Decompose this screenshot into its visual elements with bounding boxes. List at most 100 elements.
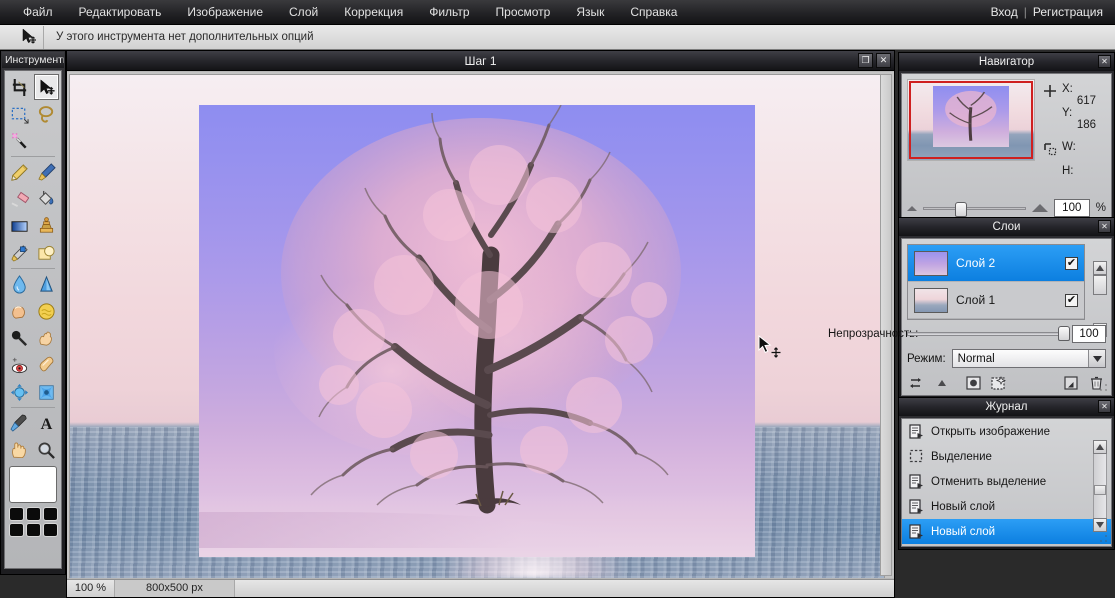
menu-item-image[interactable]: Изображение — [174, 1, 276, 23]
history-close-button[interactable]: ✕ — [1098, 400, 1111, 413]
tree-graphic — [274, 105, 681, 514]
canvas-vertical-scrollbar[interactable] — [880, 74, 892, 576]
lasso-tool[interactable] — [34, 101, 59, 127]
history-title-bar[interactable]: Журнал ✕ — [899, 398, 1114, 416]
menu-item-filter[interactable]: Фильтр — [416, 1, 482, 23]
hand-tool[interactable] — [7, 437, 32, 463]
red-eye-tool[interactable] — [7, 352, 32, 378]
layer-mask-icon[interactable] — [965, 375, 981, 390]
move-tool-icon[interactable] — [14, 25, 44, 49]
navigator-close-button[interactable]: ✕ — [1098, 55, 1111, 68]
restore-window-button[interactable]: ❐ — [858, 53, 873, 68]
scroll-up-icon[interactable] — [1093, 261, 1107, 275]
toolbox-body: A — [4, 70, 62, 569]
dodge-burn-tool[interactable] — [7, 325, 32, 351]
layer-visibility-checkbox-1[interactable]: ✔ — [1065, 293, 1078, 307]
layer-expand-icon[interactable] — [934, 375, 950, 390]
palette-swatch-5[interactable] — [25, 523, 41, 537]
status-zoom-level[interactable]: 100 % — [67, 580, 115, 597]
eraser-tool[interactable] — [7, 186, 32, 212]
spot-heal-tool[interactable] — [34, 352, 59, 378]
history-scroll-down-icon[interactable] — [1093, 518, 1107, 532]
menu-item-layer[interactable]: Слой — [276, 1, 331, 23]
menu-item-view[interactable]: Просмотр — [483, 1, 564, 23]
layer-row-1[interactable]: Слой 1 ✔ — [908, 282, 1084, 319]
menu-item-language[interactable]: Язык — [563, 1, 617, 23]
move-tool[interactable] — [34, 74, 59, 100]
history-scrollbar[interactable] — [1093, 440, 1107, 532]
navigator-thumbnail[interactable] — [907, 79, 1035, 161]
zoom-tool[interactable] — [34, 437, 59, 463]
palette-swatch-6[interactable] — [42, 523, 58, 537]
navigator-zoom-knob[interactable] — [955, 201, 968, 217]
image-canvas[interactable] — [69, 74, 885, 578]
zoom-in-icon[interactable] — [1031, 204, 1048, 212]
chevron-down-icon[interactable] — [1088, 350, 1105, 367]
clone-stamp-tool[interactable] — [34, 213, 59, 239]
panel-resize-grip[interactable] — [1100, 384, 1108, 392]
document-status-bar: 100 % 800x500 px — [67, 579, 894, 597]
menu-item-file[interactable]: Файл — [10, 1, 66, 23]
gradient-tool[interactable] — [7, 213, 32, 239]
layer-opacity-slider[interactable] — [907, 326, 1070, 341]
close-window-button[interactable]: ✕ — [876, 53, 891, 68]
layer-scroll-thumb[interactable] — [1093, 275, 1107, 295]
navigator-zoom-slider[interactable] — [923, 201, 1026, 217]
type-tool[interactable]: A — [34, 410, 59, 436]
pencil-tool[interactable] — [7, 159, 32, 185]
palette-swatch-4[interactable] — [8, 523, 24, 537]
menu-item-help[interactable]: Справка — [617, 1, 690, 23]
menu-item-list: Файл Редактировать Изображение Слой Корр… — [0, 1, 690, 23]
smudge-tool[interactable] — [7, 298, 32, 324]
crop-tool[interactable] — [7, 74, 32, 100]
layer-opacity-input[interactable]: 100 — [1072, 325, 1106, 343]
navigator-zoom-input[interactable]: 100 — [1053, 199, 1090, 217]
layer-opacity-knob[interactable] — [1058, 326, 1070, 341]
hand-smudge-tool[interactable] — [34, 325, 59, 351]
layers-body: Слой 2 ✔ Слой 1 ✔ Непрозрачность: 100 Ре… — [828, 238, 1112, 396]
menu-item-edit[interactable]: Редактировать — [66, 1, 175, 23]
history-scroll-thumb[interactable] — [1094, 484, 1106, 495]
history-item-3[interactable]: Новый слой — [902, 494, 1111, 519]
palette-swatch-1[interactable] — [8, 507, 24, 521]
menu-item-adjustment[interactable]: Коррекция — [331, 1, 416, 23]
layers-title-bar[interactable]: Слои ✕ — [899, 218, 1114, 236]
palette-swatch-2[interactable] — [25, 507, 41, 521]
shape-tool[interactable] — [34, 240, 59, 266]
document-title-bar[interactable]: Шаг 1 ❐ ✕ — [67, 51, 894, 71]
blur-tool[interactable] — [7, 271, 32, 297]
canvas-viewport[interactable] — [67, 72, 894, 578]
history-item-4[interactable]: Новый слой — [902, 519, 1111, 544]
brush-tool[interactable] — [34, 159, 59, 185]
history-scroll-up-icon[interactable] — [1093, 440, 1107, 454]
navigator-h-label: H: — [1062, 165, 1074, 177]
eyedropper-tool[interactable] — [7, 410, 32, 436]
bloat-tool[interactable] — [7, 379, 32, 405]
sharpen-tool[interactable] — [34, 271, 59, 297]
login-link[interactable]: Вход — [991, 5, 1018, 19]
foreground-color-swatch[interactable] — [9, 466, 57, 503]
magic-wand-tool[interactable] — [7, 128, 32, 154]
layer-mode-select[interactable]: Normal — [951, 349, 1106, 368]
layer-row-2[interactable]: Слой 2 ✔ — [908, 245, 1084, 282]
tool-empty-slot — [34, 128, 59, 154]
pinch-tool[interactable] — [34, 379, 59, 405]
new-layer-icon[interactable] — [990, 375, 1006, 390]
replace-color-tool[interactable] — [7, 240, 32, 266]
history-scroll-track[interactable] — [1093, 454, 1107, 518]
register-link[interactable]: Регистрация — [1033, 5, 1103, 19]
history-item-1[interactable]: Выделение — [902, 444, 1111, 469]
navigator-title-bar[interactable]: Навигатор ✕ — [899, 53, 1114, 71]
history-item-2[interactable]: Отменить выделение — [902, 469, 1111, 494]
layers-close-button[interactable]: ✕ — [1098, 220, 1111, 233]
zoom-out-icon[interactable] — [907, 205, 917, 211]
layer-visibility-checkbox-2[interactable]: ✔ — [1065, 256, 1078, 270]
sponge-tool[interactable] — [34, 298, 59, 324]
history-resize-grip[interactable] — [1100, 535, 1108, 543]
history-item-0[interactable]: Открыть изображение — [902, 419, 1111, 444]
duplicate-layer-icon[interactable] — [1063, 375, 1079, 390]
marquee-select-tool[interactable] — [7, 101, 32, 127]
palette-swatch-3[interactable] — [42, 507, 58, 521]
layer-properties-icon[interactable] — [909, 375, 925, 390]
paint-bucket-tool[interactable] — [34, 186, 59, 212]
